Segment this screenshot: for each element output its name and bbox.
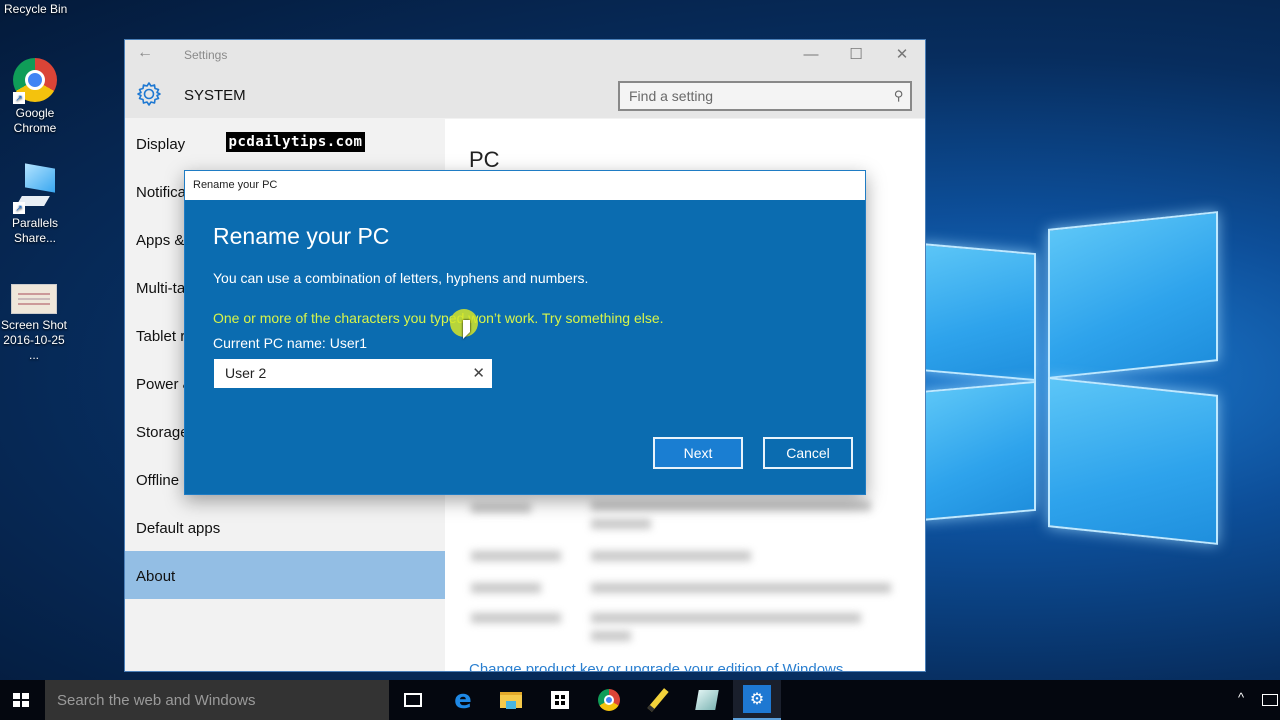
edge-icon: e <box>454 685 472 715</box>
taskbar-edge[interactable]: e <box>439 680 487 720</box>
parallels-shared-folder-icon: ↗ <box>13 163 57 214</box>
taskbar-store[interactable] <box>536 680 584 720</box>
taskbar-settings[interactable]: ⚙ <box>733 680 781 720</box>
section-title: SYSTEM <box>184 87 246 104</box>
dialog-titlebar: Rename your PC <box>185 171 865 200</box>
clear-icon[interactable]: ✕ <box>472 364 485 382</box>
desktop-icon-label: Chrome <box>13 121 57 135</box>
task-view-button[interactable] <box>389 680 437 720</box>
blurred-text <box>591 551 751 561</box>
desktop-icon-recycle-bin[interactable]: Recycle Bin <box>4 2 67 16</box>
blurred-text <box>471 551 561 561</box>
taskbar-file-explorer[interactable] <box>487 680 535 720</box>
blurred-text <box>591 631 631 641</box>
chrome-icon <box>598 689 620 711</box>
cancel-button[interactable]: Cancel <box>763 437 853 469</box>
find-setting-search[interactable]: ⚲ <box>618 81 912 111</box>
desktop-icon-label: Share... <box>13 231 57 245</box>
back-button[interactable]: ← <box>137 44 153 62</box>
current-pc-name: Current PC name: User1 <box>213 335 368 351</box>
nav-item-label: Multi-ta <box>136 280 186 297</box>
shortcut-arrow-icon: ↗ <box>13 202 25 214</box>
network-icon[interactable] <box>1262 694 1278 706</box>
wallpaper-pane <box>920 242 1036 382</box>
blurred-text <box>591 613 861 623</box>
settings-header: SYSTEM ⚲ <box>125 70 925 118</box>
desktop-icon-parallels-share[interactable]: ↗ Parallels Share... <box>0 163 70 246</box>
blurred-text <box>471 613 561 623</box>
notepad-icon <box>695 690 719 710</box>
window-title: Settings <box>184 48 228 62</box>
start-button[interactable] <box>0 680 45 720</box>
desktop-icon-label: Parallels <box>11 216 59 230</box>
windows-logo-icon <box>13 693 29 707</box>
pencil-icon <box>647 688 669 712</box>
search-icon[interactable]: ⚲ <box>894 88 904 104</box>
next-button[interactable]: Next <box>653 437 743 469</box>
change-product-key-link[interactable]: Change product key or upgrade your editi… <box>469 661 843 671</box>
nav-item-label: Storage <box>136 424 189 441</box>
desktop-icon-screen-shot[interactable]: Screen Shot 2016-10-25 ... <box>0 284 69 363</box>
nav-item-label: Tablet r <box>136 328 186 345</box>
find-setting-input[interactable] <box>620 83 880 109</box>
desktop-icon-label: Google <box>15 106 55 120</box>
wallpaper-pane <box>920 380 1036 522</box>
dialog-heading: Rename your PC <box>213 223 390 249</box>
blurred-text <box>591 501 871 511</box>
new-name-field[interactable]: ✕ <box>214 359 492 388</box>
maximize-button[interactable]: ☐ <box>833 42 879 68</box>
dialog-description: You can use a combination of letters, hy… <box>213 270 589 286</box>
nav-item-label: Display <box>136 136 186 153</box>
desktop-icon-label: 2016-10-25 ... <box>3 333 65 362</box>
nav-item-label: Offline <box>136 472 180 489</box>
nav-item-label: Notifica <box>136 184 187 201</box>
taskbar: Search the web and Windows e ⚙ ^ <box>0 680 1280 720</box>
store-icon <box>551 691 569 709</box>
minimize-button[interactable]: — <box>788 42 834 68</box>
nav-item-label: Apps & <box>136 232 185 249</box>
taskbar-search[interactable]: Search the web and Windows <box>45 680 389 720</box>
image-file-icon <box>11 284 57 314</box>
validation-error: One or more of the characters you typed … <box>213 310 664 326</box>
show-hidden-icons-chevron-icon[interactable]: ^ <box>1238 690 1244 705</box>
nav-item-about[interactable]: About <box>125 551 445 599</box>
mouse-pointer-icon <box>463 320 470 339</box>
gear-icon <box>137 82 161 106</box>
settings-gear-icon: ⚙ <box>743 685 771 713</box>
blurred-text <box>591 583 891 593</box>
blurred-text <box>591 519 651 529</box>
watermark: pcdailytips.com <box>226 132 365 152</box>
nav-item-label: About <box>136 568 176 585</box>
windows-wallpaper-logo <box>920 211 1220 550</box>
blurred-text <box>471 583 541 593</box>
desktop-icon-label: Screen Shot <box>0 318 68 332</box>
blurred-text <box>471 503 531 513</box>
new-name-input[interactable] <box>214 359 464 387</box>
taskbar-chrome[interactable] <box>585 680 633 720</box>
taskbar-notepad[interactable] <box>683 680 731 720</box>
shortcut-arrow-icon: ↗ <box>13 92 25 104</box>
wallpaper-pane <box>1048 211 1218 379</box>
taskbar-pencil-app[interactable] <box>634 680 682 720</box>
folder-icon <box>500 692 522 709</box>
desktop-icon-google-chrome[interactable]: ↗ Google Chrome <box>0 58 70 136</box>
settings-titlebar: ← Settings — ☐ ✕ <box>125 40 925 70</box>
rename-pc-dialog: Rename your PC Rename your PC You can us… <box>184 170 866 495</box>
chrome-icon: ↗ <box>13 58 57 104</box>
nav-item-default-apps[interactable]: Default apps <box>125 503 445 551</box>
nav-item-label: Default apps <box>136 520 221 537</box>
task-view-icon <box>404 693 422 707</box>
wallpaper-pane <box>1048 377 1218 545</box>
close-button[interactable]: ✕ <box>879 42 925 68</box>
